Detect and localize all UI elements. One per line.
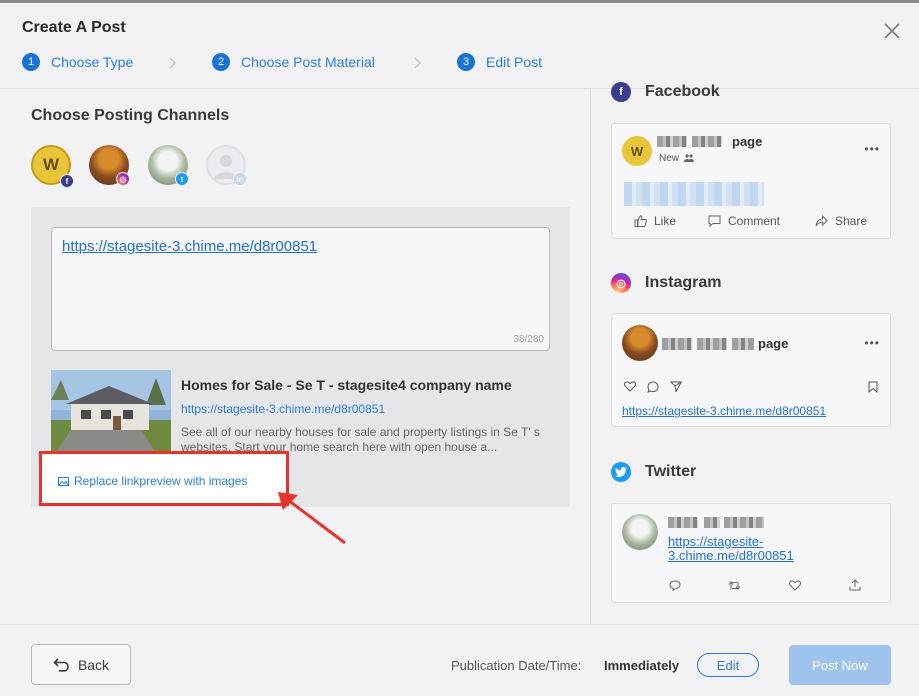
instagram-icon: ◎ bbox=[611, 273, 631, 293]
redacted-text bbox=[704, 517, 720, 528]
instagram-preview-card: page ••• https://stagesite-3.chime.me/d8… bbox=[611, 313, 891, 427]
twitter-icon bbox=[611, 462, 631, 482]
twitter-badge-icon: t bbox=[175, 172, 189, 186]
twitter-bird-icon bbox=[615, 467, 627, 477]
step-number: 3 bbox=[457, 53, 475, 71]
image-icon bbox=[58, 476, 69, 486]
share-button[interactable]: Share bbox=[815, 214, 867, 228]
replace-link-highlight: Replace linkpreview with images bbox=[39, 451, 289, 506]
channel-avatar-linkedin[interactable]: in bbox=[206, 145, 247, 186]
heart-icon[interactable] bbox=[624, 381, 636, 392]
like-button[interactable]: Like bbox=[634, 214, 676, 228]
replace-linkpreview-button[interactable]: Replace linkpreview with images bbox=[58, 474, 247, 488]
comment-icon bbox=[708, 215, 721, 227]
facebook-icon: f bbox=[611, 82, 631, 102]
step-choose-type[interactable]: 1 Choose Type bbox=[22, 53, 133, 71]
step-label: Edit Post bbox=[486, 54, 543, 70]
posting-channels-title: Choose Posting Channels bbox=[31, 107, 230, 124]
annotation-arrow-icon bbox=[278, 492, 346, 545]
facebook-preview-card: W page New ••• Like Comment Share bbox=[611, 123, 891, 239]
twitter-link-line-1[interactable]: https://stagesite- bbox=[668, 534, 763, 549]
twitter-link-line-2[interactable]: 3.chime.me/d8r00851 bbox=[668, 548, 794, 563]
channel-avatar-facebook[interactable]: W f bbox=[31, 145, 74, 188]
like-label: Like bbox=[654, 214, 677, 228]
chevron-right-icon bbox=[169, 57, 176, 69]
instagram-preview-header: ◎ Instagram bbox=[611, 273, 721, 293]
close-icon[interactable] bbox=[882, 21, 902, 41]
heart-icon[interactable] bbox=[789, 580, 801, 591]
instagram-badge-icon: ◎ bbox=[116, 172, 130, 186]
facebook-badge-icon: f bbox=[60, 174, 74, 188]
link-preview-url[interactable]: https://stagesite-3.chime.me/d8r00851 bbox=[181, 402, 385, 416]
link-preview-image bbox=[51, 370, 171, 460]
create-post-modal: Create A Post 1 Choose Type 2 Choose Pos… bbox=[0, 0, 919, 696]
post-text-input[interactable]: https://stagesite-3.chime.me/d8r00851 38… bbox=[51, 227, 550, 351]
comment-button[interactable]: Comment bbox=[708, 214, 780, 228]
header-divider bbox=[0, 88, 919, 89]
redacted-text bbox=[724, 517, 764, 528]
step-number: 2 bbox=[212, 53, 230, 71]
edit-schedule-button[interactable]: Edit bbox=[697, 653, 759, 677]
replace-link-label: Replace linkpreview with images bbox=[74, 474, 248, 488]
channel-avatar-instagram[interactable]: ◎ bbox=[89, 145, 130, 186]
back-button[interactable]: Back bbox=[31, 644, 131, 685]
step-label: Choose Type bbox=[51, 54, 134, 70]
share-label: Share bbox=[835, 214, 868, 228]
avatar: W bbox=[622, 136, 652, 166]
redacted-text bbox=[732, 338, 754, 350]
instagram-preview-title: Instagram bbox=[645, 274, 722, 291]
redacted-text bbox=[657, 136, 687, 147]
reply-icon[interactable] bbox=[669, 580, 681, 591]
post-text-link[interactable]: https://stagesite-3.chime.me/d8r00851 bbox=[62, 238, 317, 255]
redacted-text bbox=[697, 338, 727, 350]
step-choose-post-material[interactable]: 2 Choose Post Material bbox=[212, 53, 375, 71]
twitter-preview-title: Twitter bbox=[645, 463, 697, 480]
page-name-suffix: page bbox=[732, 134, 763, 149]
bookmark-icon[interactable] bbox=[868, 381, 878, 393]
step-label: Choose Post Material bbox=[241, 54, 375, 70]
comment-label: Comment bbox=[728, 214, 781, 228]
chevron-right-icon bbox=[414, 57, 421, 69]
bubble-icon[interactable] bbox=[647, 381, 659, 393]
ellipsis-icon[interactable]: ••• bbox=[864, 336, 880, 350]
publication-value: Immediately bbox=[604, 658, 680, 673]
house-photo bbox=[51, 370, 171, 460]
redacted-text bbox=[668, 517, 698, 528]
avatar bbox=[622, 325, 658, 361]
facebook-preview-title: Facebook bbox=[645, 83, 720, 100]
link-preview-title: Homes for Sale - Se T - stagesite4 compa… bbox=[181, 377, 512, 393]
post-sub-label: New bbox=[659, 153, 680, 164]
ellipsis-icon[interactable]: ••• bbox=[864, 142, 880, 156]
avatar-initial: W bbox=[42, 155, 60, 174]
column-divider bbox=[590, 89, 591, 624]
post-now-button[interactable]: Post Now bbox=[789, 645, 891, 685]
avatar bbox=[622, 514, 658, 550]
redacted-link bbox=[624, 182, 764, 206]
step-edit-post[interactable]: 3 Edit Post bbox=[457, 53, 542, 71]
people-icon bbox=[684, 154, 694, 162]
channel-avatar-twitter[interactable]: t bbox=[148, 145, 189, 186]
like-icon bbox=[634, 215, 647, 227]
step-number: 1 bbox=[22, 53, 40, 71]
share-icon bbox=[815, 215, 828, 227]
publication-label: Publication Date/Time: bbox=[451, 658, 582, 673]
twitter-preview-card: https://stagesite- 3.chime.me/d8r00851 bbox=[611, 503, 891, 603]
retweet-icon[interactable] bbox=[728, 580, 741, 591]
char-counter: 38/280 bbox=[513, 334, 544, 345]
back-label: Back bbox=[77, 656, 110, 673]
footer-divider bbox=[0, 624, 919, 625]
back-arrow-icon bbox=[53, 657, 69, 672]
modal-title: Create A Post bbox=[22, 19, 126, 36]
facebook-preview-header: f Facebook bbox=[611, 82, 720, 102]
twitter-preview-header: Twitter bbox=[611, 462, 696, 482]
upload-icon[interactable] bbox=[849, 579, 861, 591]
send-icon[interactable] bbox=[670, 381, 682, 392]
linkedin-badge-icon: in bbox=[233, 172, 247, 186]
redacted-text bbox=[662, 338, 692, 350]
instagram-link[interactable]: https://stagesite-3.chime.me/d8r00851 bbox=[622, 404, 826, 418]
redacted-text bbox=[692, 136, 722, 147]
page-name-suffix: page bbox=[758, 336, 789, 351]
